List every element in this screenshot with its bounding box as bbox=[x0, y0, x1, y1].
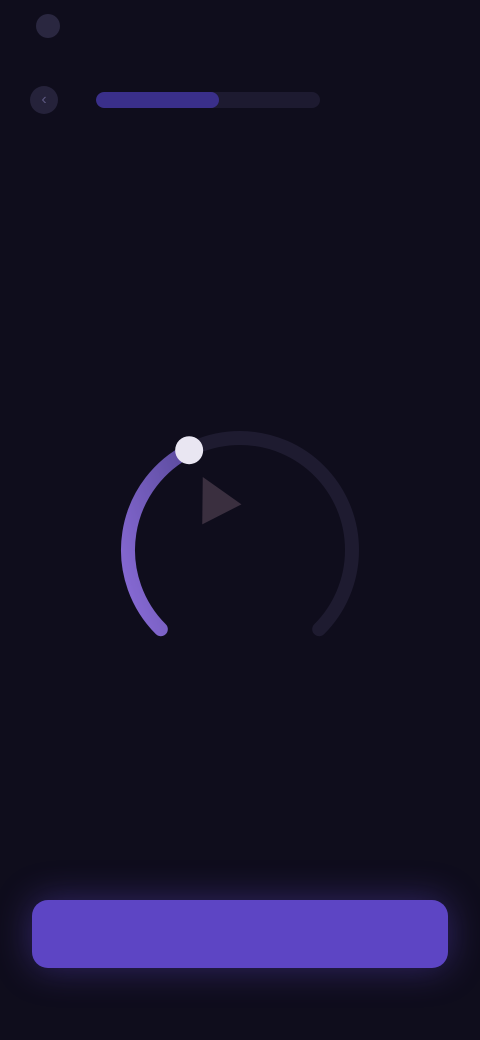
dial-knob[interactable] bbox=[175, 436, 204, 465]
dial-graphic bbox=[121, 431, 359, 637]
dial[interactable] bbox=[100, 410, 380, 690]
top-nav: ‹ bbox=[0, 72, 480, 128]
back-button[interactable]: ‹ bbox=[30, 86, 58, 114]
progress-fill bbox=[96, 92, 220, 108]
dial-pointer bbox=[202, 476, 242, 525]
dial-fill bbox=[121, 443, 197, 637]
app-avatar-icon bbox=[36, 14, 60, 38]
chevron-left-icon: ‹ bbox=[41, 91, 47, 108]
status-left bbox=[36, 14, 70, 38]
continue-button[interactable] bbox=[32, 900, 448, 968]
status-bar bbox=[0, 0, 480, 60]
progress-bar bbox=[96, 92, 320, 108]
